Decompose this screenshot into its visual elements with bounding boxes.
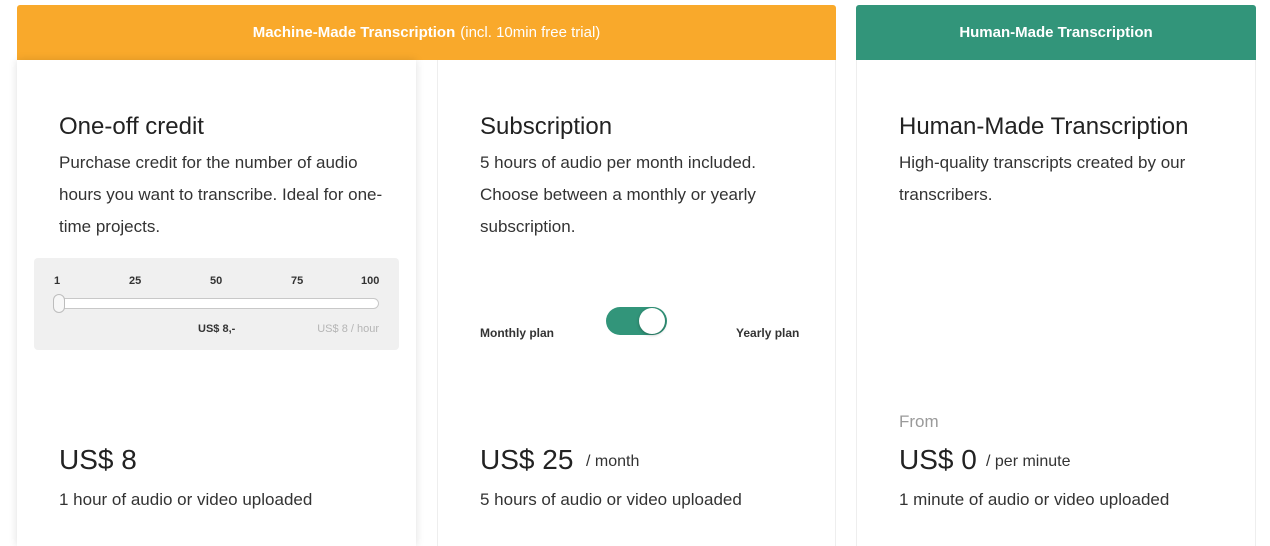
monthly-plan-label[interactable]: Monthly plan — [480, 326, 554, 340]
card-title: One-off credit — [59, 113, 204, 140]
slider-track[interactable] — [54, 298, 379, 309]
machine-made-header: Machine-Made Transcription (incl. 10min … — [17, 5, 836, 60]
price-from-label: From — [899, 412, 939, 431]
slider-tick-25: 25 — [129, 275, 142, 287]
human-made-header-title: Human-Made Transcription — [959, 24, 1153, 41]
slider-price: US$ 8,- — [198, 323, 236, 335]
price-note: 1 hour of audio or video uploaded — [59, 490, 313, 509]
machine-made-header-title: Machine-Made Transcription — [252, 24, 456, 41]
price-note: 5 hours of audio or video uploaded — [480, 490, 742, 509]
hours-slider-box: 1 25 50 75 100 US$ 8,- US$ 8 / hour — [34, 258, 399, 350]
one-off-credit-card: One-off credit Purchase credit for the n… — [17, 60, 416, 546]
price: US$ 8 — [59, 444, 137, 475]
human-made-card: Human-Made Transcription High-quality tr… — [856, 60, 1256, 546]
free-trial-note: (incl. 10min free trial) — [460, 24, 601, 41]
card-description: High-quality transcripts created by our … — [899, 153, 1186, 204]
price: US$ 25 — [480, 444, 574, 475]
human-made-header: Human-Made Transcription — [856, 5, 1256, 60]
card-description: 5 hours of audio per month included. Cho… — [480, 153, 756, 236]
price-unit: / per minute — [986, 453, 1071, 470]
slider-tick-1: 1 — [54, 275, 61, 287]
price-unit: / month — [586, 453, 640, 470]
slider-hourly-rate: US$ 8 / hour — [317, 323, 379, 335]
price-note: 1 minute of audio or video uploaded — [899, 490, 1170, 509]
yearly-plan-label[interactable]: Yearly plan — [736, 326, 799, 340]
toggle-knob — [639, 308, 665, 334]
slider-tick-75: 75 — [291, 275, 304, 287]
card-title: Human-Made Transcription — [899, 113, 1189, 140]
plan-toggle[interactable] — [606, 307, 667, 335]
subscription-card: Subscription 5 hours of audio per month … — [437, 60, 836, 546]
card-description: Purchase credit for the number of audio … — [59, 153, 383, 236]
card-title: Subscription — [480, 113, 613, 140]
slider-tick-50: 50 — [210, 275, 223, 287]
slider-tick-100: 100 — [361, 275, 380, 287]
slider-handle[interactable] — [53, 294, 65, 313]
price: US$ 0 — [899, 444, 977, 475]
